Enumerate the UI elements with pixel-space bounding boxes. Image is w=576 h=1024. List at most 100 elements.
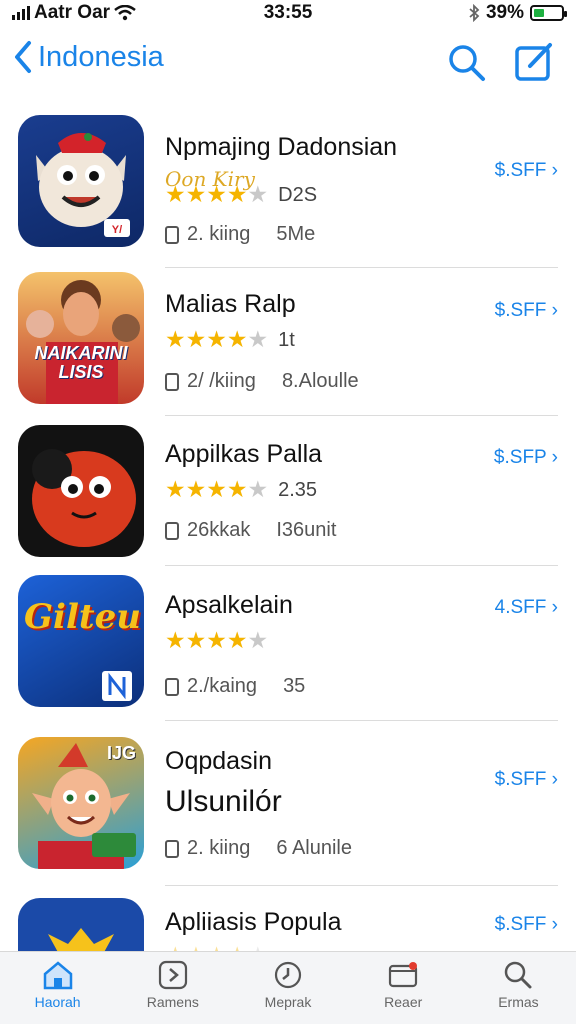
battery-level [534,9,545,17]
app-size: 8.Aloulle [281,370,359,392]
star-icon: ★ [226,326,248,352]
star-icon: ★ [206,326,227,352]
app-title: Npmajing Dadonsian [165,133,398,161]
star-icon: ★ [206,476,227,502]
price-button[interactable]: $.SFF › [495,300,558,322]
rating-stars: ★★★★★ [165,629,268,653]
star-icon: ★ [165,326,186,352]
downloads: 2/ /kiing [187,370,256,392]
downloads: 26kkak [187,519,251,541]
app-icon[interactable]: IJG [18,737,144,869]
downloads: 2./kaing [187,675,258,697]
star-icon: ★ [165,627,186,653]
brand-badge-icon [102,671,132,701]
star-icon: ★ [247,326,269,352]
divider [165,565,558,566]
star-icon: ★ [247,627,269,653]
document-icon [165,225,179,244]
back-label: Indonesia [38,40,164,73]
app-title: Oqpdasin [165,747,273,775]
price-label: $.SFF [494,914,547,935]
search-icon [505,961,532,989]
app-meta: 2. kiing 6 Alunile [165,837,352,860]
divider [165,720,558,721]
star-icon: ★ [226,627,248,653]
icon-caption: NAIKARINI LISIS [34,343,128,382]
app-meta: 2. kiing 5Me [165,223,315,246]
star-icon: ★ [185,476,207,502]
price-button[interactable]: $.SFP › [494,447,558,469]
star-icon: ★ [185,326,207,352]
tab-bar: Haorah Ramens Meprak Reaer Ermas [0,951,576,1024]
tab-reaer[interactable]: Reaer [346,952,461,1024]
app-icon[interactable]: Gilteu [18,575,144,707]
rating-stars: ★★★★★ 1t [165,328,295,352]
app-icon[interactable] [18,425,144,557]
app-size: 35 [283,675,306,697]
app-meta: 2./kaing 35 [165,675,305,698]
history-icon [274,961,302,989]
battery-percent: 39% [485,2,524,23]
star-rating: ★★★★★ [165,328,268,352]
app-meta: 2/ /kiing 8.Aloulle [165,370,359,393]
tab-label: Ermas [498,994,539,1010]
status-right: 39% [468,2,567,24]
compose-icon[interactable] [514,42,556,82]
divider [165,415,558,416]
app-size: 5Me [276,223,316,245]
tab-label: Ramens [146,994,199,1010]
app-meta: 26kkak I36unit [165,519,336,542]
price-button[interactable]: $.SFF › [495,769,558,791]
tab-label: Reaer [384,994,423,1010]
app-icon[interactable]: Y/ [18,115,144,247]
star-icon: ★ [185,627,207,653]
price-button[interactable]: $.SFF › [495,914,558,936]
app-size: I36unit [276,519,337,541]
price-label: $.SFP [493,447,547,468]
document-icon [165,839,179,858]
status-bar: Aatr Oar 33:55 39% [0,0,576,26]
divider [165,885,558,886]
back-button[interactable]: Indonesia [14,40,164,74]
rating-value: 1t [278,328,295,351]
tab-home[interactable]: Haorah [0,952,115,1024]
star-icon: ★ [206,627,227,653]
tab-label: Haorah [34,994,81,1010]
tab-ramens[interactable]: Ramens [115,952,230,1024]
play-icon [158,960,187,990]
app-title: Malias Ralp [165,290,296,318]
updates-icon [389,962,418,988]
price-label: $.SFF [494,160,547,181]
document-icon [165,372,179,391]
mascot-icon: Y/ [36,133,130,237]
star-icon: ★ [226,476,248,502]
app-icon[interactable]: NAIKARINI LISIS [18,272,144,404]
tab-label: Meprak [264,994,312,1010]
price-button[interactable]: 4.SFF › [495,597,558,619]
document-icon [165,677,179,696]
tab-meprak[interactable]: Meprak [230,952,345,1024]
search-icon[interactable] [446,42,486,82]
price-label: $.SFF [494,769,547,790]
downloads: 2. kiing [187,837,251,859]
star-icon: ★ [247,476,269,502]
ladybug-icon [32,449,136,547]
app-icon[interactable] [18,898,144,958]
home-icon [43,961,72,990]
downloads: 2. kiing [187,223,251,245]
star-rating: ★★★★★ [165,629,268,653]
crown-icon [48,928,114,956]
icon-caption: IJG [106,743,136,763]
overlay-text: Oon Kiry [165,167,255,191]
rating-value: D2S [278,183,318,206]
tab-ermas[interactable]: Ermas [461,952,576,1024]
app-title: Apliiasis Popula [165,908,342,936]
battery-icon [530,5,567,21]
price-label: 4.SFF [494,597,547,618]
price-label: $.SFF [494,300,547,321]
price-button[interactable]: $.SFF › [495,160,558,182]
star-icon: ★ [165,476,186,502]
svg-text:Y/: Y/ [112,224,122,236]
navigation-bar: Indonesia [0,30,576,90]
rating-value: 2.35 [278,478,318,501]
